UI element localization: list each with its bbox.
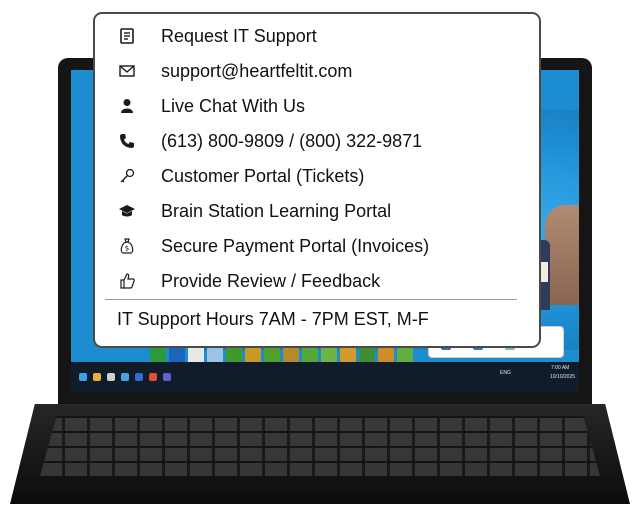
desktop-tile-row (150, 348, 413, 362)
desktop-tile (188, 348, 204, 362)
desktop-tile (378, 348, 394, 362)
menu-item-label: Brain Station Learning Portal (161, 200, 392, 221)
phone-icon (117, 131, 137, 151)
desktop-tile (169, 348, 185, 362)
taskbar-date[interactable]: 10/10/2025 (550, 374, 575, 380)
menu-item-label: Request IT Support (161, 25, 317, 46)
language-indicator[interactable]: ENG (500, 370, 511, 376)
menu-item-label: (613) 800-9809 / (800) 322-9871 (161, 130, 423, 151)
it-support-menu: Request IT Support support@heartfeltit.c… (93, 12, 541, 348)
desktop-tile (321, 348, 337, 362)
document-icon (117, 26, 137, 46)
desktop-tile (397, 348, 413, 362)
menu-item-request-support[interactable]: Request IT Support (117, 24, 317, 48)
desktop-tile (340, 348, 356, 362)
menu-item-label: Provide Review / Feedback (161, 270, 381, 291)
wallpaper-person (545, 205, 579, 305)
menu-item-live-chat[interactable]: Live Chat With Us (117, 94, 305, 118)
menu-item-label: Live Chat With Us (161, 95, 306, 116)
person-icon (117, 96, 137, 116)
browser-icon[interactable] (121, 373, 129, 381)
desktop-tile (150, 348, 166, 362)
desktop-tile (264, 348, 280, 362)
desktop-tile (302, 348, 318, 362)
envelope-icon (117, 61, 137, 81)
menu-item-label: Secure Payment Portal (Invoices) (161, 235, 430, 256)
menu-item-learning-portal[interactable]: Brain Station Learning Portal (117, 199, 391, 223)
desktop-tile (283, 348, 299, 362)
support-hours: IT Support Hours 7AM - 7PM EST, M-F (117, 309, 429, 329)
menu-item-review-feedback[interactable]: Provide Review / Feedback (117, 269, 380, 293)
menu-item-label: support@heartfeltit.com (161, 60, 353, 81)
menu-item-phone[interactable]: (613) 800-9809 / (800) 322-9871 (117, 129, 422, 153)
folder-icon[interactable] (93, 373, 101, 381)
menu-item-payment-portal[interactable]: $ Secure Payment Portal (Invoices) (117, 234, 429, 258)
desktop-tile (245, 348, 261, 362)
keyboard-rows (40, 416, 600, 476)
mail-icon[interactable] (135, 373, 143, 381)
menu-divider (105, 299, 517, 300)
app-icon[interactable] (163, 373, 171, 381)
money-bag-icon: $ (117, 236, 137, 256)
desktop-tile (226, 348, 242, 362)
taskbar (71, 362, 579, 392)
svg-text:$: $ (125, 245, 129, 253)
thumbs-up-icon (117, 271, 137, 291)
app-icon[interactable] (149, 373, 157, 381)
menu-item-email[interactable]: support@heartfeltit.com (117, 59, 352, 83)
store-icon[interactable] (107, 373, 115, 381)
start-icon[interactable] (79, 373, 87, 381)
menu-item-customer-portal[interactable]: Customer Portal (Tickets) (117, 164, 364, 188)
taskbar-time[interactable]: 7:00 AM (551, 365, 569, 371)
desktop-tile (207, 348, 223, 362)
key-icon (117, 166, 137, 186)
graduation-cap-icon (117, 201, 137, 221)
menu-item-label: Customer Portal (Tickets) (161, 165, 365, 186)
desktop-tile (359, 348, 375, 362)
